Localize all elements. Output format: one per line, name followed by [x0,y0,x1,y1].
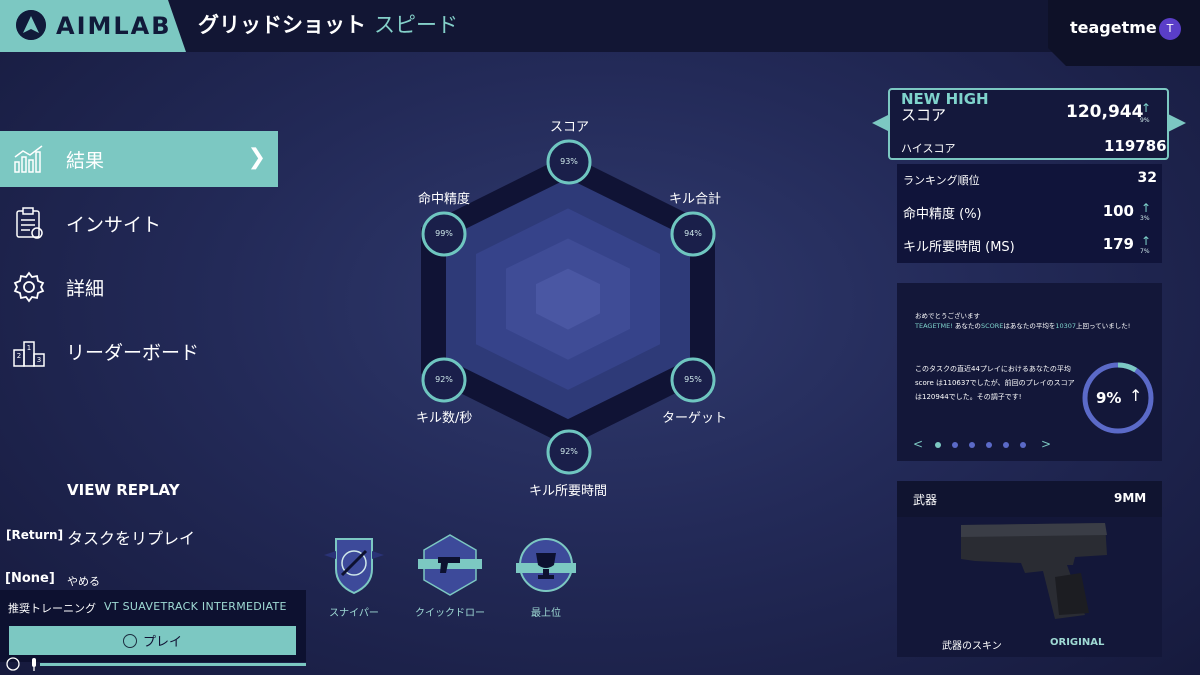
replay-task-button[interactable]: タスクをリプレイ [67,525,195,549]
score-change: 9% [1140,117,1150,124]
score-label: スコア [901,106,947,124]
bottom-status-icons [6,657,36,671]
ring-value: 9% [1096,389,1122,407]
radar-value-ttk: 92% [560,447,578,456]
high-score-value: 119786 [1104,137,1167,155]
ranking-label: ランキング順位 [903,174,980,187]
pistol-badge-icon[interactable] [418,533,482,597]
accuracy-change: 3% [1140,215,1150,222]
arrow-up-icon: ↑ [1141,234,1152,248]
headset-icon [6,657,20,671]
target-icon [122,633,137,648]
accuracy-value: 100 [1102,202,1134,220]
ttk-value: 179 [1102,235,1134,253]
radar-value-kps: 92% [435,375,453,384]
congrats-line: おめでとうございます [915,312,980,320]
gear-icon [13,271,45,303]
badge-label-sniper: スナイパー [329,608,379,619]
weapon-skin-value[interactable]: ORIGINAL [1050,637,1104,648]
sniper-badge-icon[interactable] [322,533,386,597]
sidebar-item-leaderboard[interactable]: 1 2 3 リーダーボード [0,323,278,379]
page-subtitle: スピード [374,13,458,37]
recommended-task-name: VT SUAVETRACK INTERMEDIATE [104,600,287,613]
play-button[interactable]: プレイ [9,626,296,655]
radar-label-targets: ターゲット [662,411,728,426]
arrow-up-icon: ↑ [1141,101,1152,115]
insight-paragraph: このタスクの直近44プレイにおけるあなたの平均score は110637でしたが… [915,365,1075,401]
username[interactable]: teagetme [1070,18,1157,37]
arrow-up-icon: ↑ [1129,386,1143,405]
ranking-value: 32 [1137,170,1157,186]
carousel-dot[interactable] [935,442,941,448]
carousel-dot[interactable] [1020,442,1026,448]
radar-value-targets: 95% [684,375,702,384]
radar-label-ttk: キル所要時間 [529,484,608,499]
score-value: 120,944 [1066,102,1144,122]
key-hint-return: [Return] [6,528,64,542]
clipboard-icon [16,207,43,239]
radar-value-score: 93% [560,157,578,166]
badge-label-quickdraw: クイックドロー [415,608,485,619]
radar-label-kps: キル数/秒 [416,411,473,426]
arrow-up-icon: ↑ [1141,201,1152,215]
carousel-dot[interactable] [1003,442,1009,448]
carousel-dots [935,442,1035,450]
sidebar-item-insights[interactable]: インサイト [0,195,278,251]
sidebar-item-label: 詳細 [66,277,105,300]
podium-icon: 1 2 3 [13,341,45,367]
ttk-label: キル所要時間 (MS) [903,240,1015,255]
sidebar-item-results[interactable]: 結果 ❯ [0,131,278,187]
radar-label-accuracy: 命中精度 [418,192,471,207]
quit-button[interactable]: やめる [67,573,100,589]
aimlab-logo-icon [16,10,46,40]
chevron-right-icon: ❯ [247,145,266,170]
svg-text:2: 2 [17,352,21,360]
sidebar-item-label: リーダーボード [66,341,200,364]
carousel-dot[interactable] [952,442,958,448]
play-label: プレイ [142,635,182,650]
pistol-icon [961,523,1107,619]
carousel-dot[interactable] [969,442,975,448]
weapon-value: 9MM [1114,491,1147,505]
recommended-label: 推奨トレーニング [8,602,96,615]
carousel-next-icon[interactable]: > [1041,437,1051,451]
congrats-detail: TEAGETME! あなたのSCOREはあなたの平均を10307上回っていました… [915,322,1131,330]
svg-text:3: 3 [37,356,41,364]
sidebar-item-details[interactable]: 詳細 [0,259,278,315]
radar-label-kills: キル合計 [669,192,722,207]
view-replay-button[interactable]: VIEW REPLAY [67,481,180,499]
accuracy-label: 命中精度 (%) [903,207,982,222]
key-hint-none: [None] [5,571,55,586]
progress-bar [40,663,306,666]
ttk-change: 7% [1140,248,1150,255]
logo-text: AIMLAB [56,12,172,40]
page-title: グリッドショット [198,13,366,37]
carousel-prev-icon[interactable]: < [913,437,923,451]
radar-value-accuracy: 99% [435,229,453,238]
microphone-icon [32,658,36,667]
carousel-dot[interactable] [986,442,992,448]
sidebar-item-label: 結果 [66,149,105,172]
svg-text:1: 1 [27,344,31,352]
weapon-label: 武器 [913,493,938,507]
chart-icon [14,145,43,173]
badge-label-top: 最上位 [531,608,561,619]
sidebar-item-label: インサイト [66,213,162,236]
avatar[interactable]: T [1159,18,1181,40]
radar-value-kills: 94% [684,229,702,238]
high-score-label: ハイスコア [901,142,956,155]
weapon-skin-label: 武器のスキン [942,641,1002,652]
trophy-badge-icon[interactable] [514,533,578,597]
radar-label-score: スコア [550,120,590,135]
